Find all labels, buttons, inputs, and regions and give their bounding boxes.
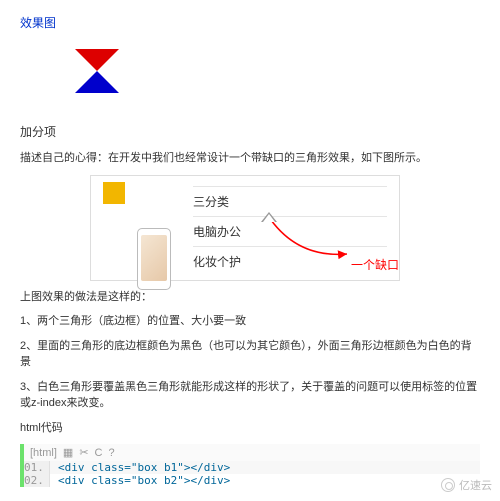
section-title-bonus: 加分项	[20, 123, 480, 140]
heading-link: 效果图	[20, 14, 480, 31]
notch-triangle	[263, 214, 275, 222]
triangle-demo	[75, 49, 480, 93]
step: 2、里面的三角形的底边框颜色为黑色（也可以为其它颜色），外面三角形边框颜色为白色…	[20, 338, 480, 371]
code-section-label: html代码	[20, 420, 480, 437]
triangle-up-blue	[75, 71, 119, 93]
yellow-square-icon	[103, 182, 125, 204]
code-line: 02. <div class="box b2"></div>	[24, 474, 480, 487]
watermark-text: 亿速云	[459, 477, 492, 493]
code-line: 01. <div class="box b1"></div>	[24, 461, 480, 474]
step: 3、白色三角形要覆盖黑色三角形就能形成这样的形状了，关于覆盖的问题可以使用标签的…	[20, 379, 480, 412]
diagram-row: 三分类	[193, 186, 387, 216]
arrow-icon	[269, 218, 354, 262]
watermark-logo-icon	[441, 478, 455, 492]
callout-label: 一个缺口	[351, 256, 399, 273]
line-number: 02.	[24, 474, 50, 487]
explain-title: 上图效果的做法是这样的：	[20, 289, 480, 306]
line-number: 01.	[24, 461, 50, 474]
intro-paragraph: 描述自己的心得：在开发中我们也经常设计一个带缺口的三角形效果，如下图所示。	[20, 150, 480, 167]
code-text: <div class="box b1"></div>	[50, 461, 230, 474]
view-plain-icon[interactable]: ▦	[63, 446, 73, 459]
code-toolbar: [html] ▦ ✂ C ?	[24, 444, 480, 461]
help-icon[interactable]: ?	[108, 447, 114, 459]
code-block: [html] ▦ ✂ C ? 01. <div class="box b1"><…	[20, 444, 480, 487]
copy-icon[interactable]: ✂	[79, 446, 88, 459]
step: 1、两个三角形（底边框）的位置、大小要一致	[20, 313, 480, 330]
diagram-illustration: 三分类 电脑办公 化妆个护 一个缺口	[90, 175, 400, 281]
code-text: <div class="box b2"></div>	[50, 474, 230, 487]
toolbar-label: [html]	[30, 447, 57, 459]
phone-illustration	[137, 228, 171, 290]
triangle-down-red	[75, 49, 119, 71]
refresh-icon[interactable]: C	[95, 447, 103, 459]
watermark: 亿速云	[441, 477, 492, 493]
